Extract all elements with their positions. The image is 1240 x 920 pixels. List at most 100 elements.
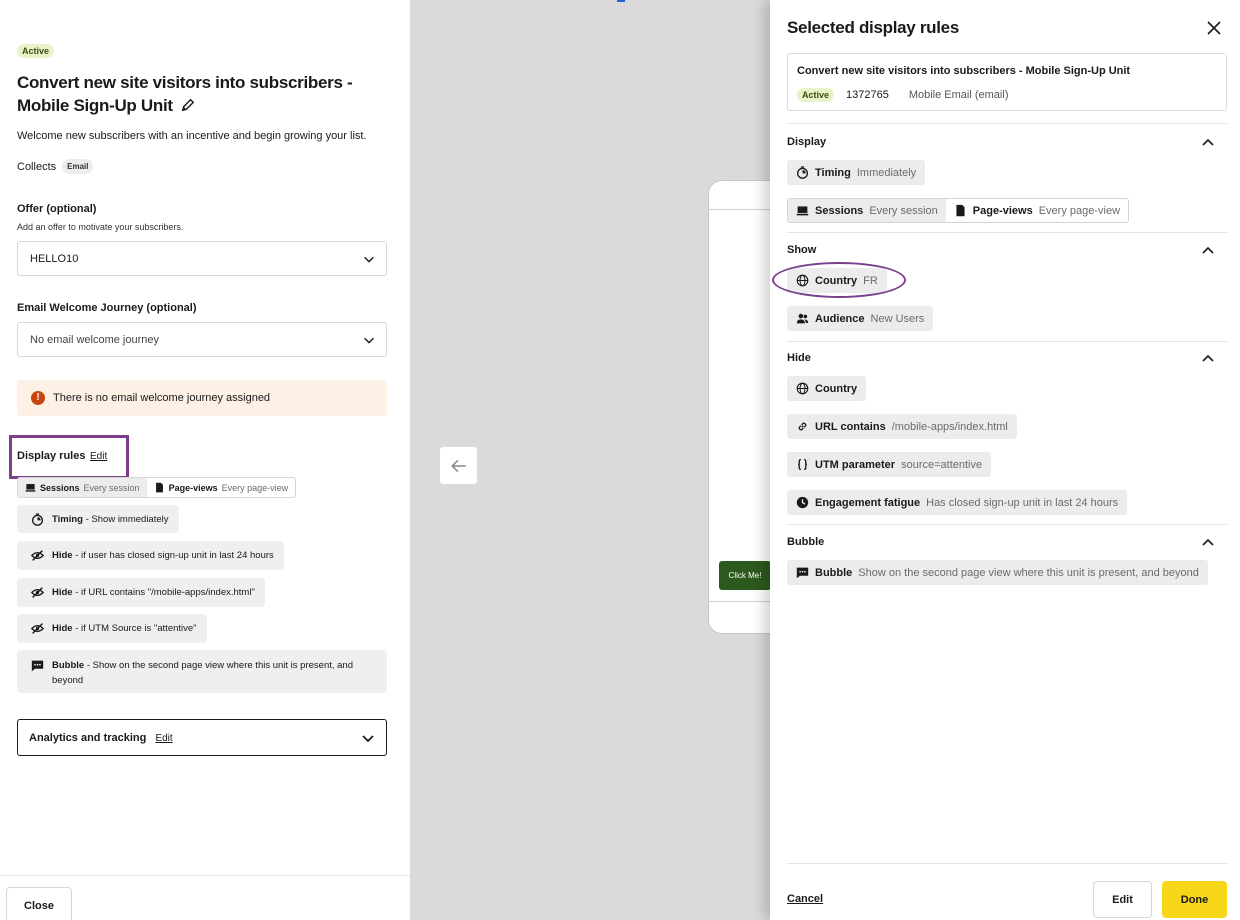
footer-divider <box>787 863 1227 864</box>
rule-text: Timing - Show immediately <box>52 513 169 525</box>
focus-marker <box>617 0 625 2</box>
pageviews-value: Every page-view <box>221 482 289 493</box>
sessions-chip: Sessions Every session <box>18 478 147 497</box>
hide-country-chip: Country <box>787 376 867 401</box>
braces-icon <box>797 458 808 471</box>
offer-select[interactable]: HELLO10 <box>17 241 387 276</box>
eye-off-icon <box>31 587 44 598</box>
utm-label: UTM parameter <box>815 458 896 471</box>
fatigue-value: Has closed sign-up unit in last 24 hours <box>926 496 1119 509</box>
audience-chip: Audience New Users <box>787 306 934 331</box>
sessions-label: Sessions <box>40 482 80 493</box>
chevron-up-icon[interactable] <box>1200 242 1216 258</box>
unit-meta: Active 1372765 Mobile Email (email) <box>797 88 1008 102</box>
status-badge: Active <box>797 88 835 102</box>
bubble-label: Bubble <box>815 566 853 579</box>
offer-label: Offer (optional) <box>17 203 97 215</box>
rule-item: Hide - if URL contains "/mobile-apps/ind… <box>17 578 265 607</box>
laptop-icon <box>25 484 36 492</box>
edit-button[interactable]: Edit <box>1093 881 1152 918</box>
document-icon <box>155 482 163 493</box>
chevron-down-icon <box>362 734 374 742</box>
pageviews-chip: Page-views Every page-view <box>147 478 296 497</box>
timer-icon <box>796 166 809 179</box>
chat-bubble-icon <box>796 567 809 579</box>
timing-value: Immediately <box>856 166 917 179</box>
warning-banner: ! There is no email welcome journey assi… <box>17 380 387 416</box>
sessions-chip: Sessions Every session <box>788 199 946 222</box>
timing-chip: Timing Immediately <box>787 160 926 185</box>
url-label: URL contains <box>815 420 886 433</box>
close-icon[interactable] <box>1206 20 1222 36</box>
eye-off-icon <box>31 550 44 561</box>
offer-sublabel: Add an offer to motivate your subscriber… <box>17 222 184 232</box>
collects-label: Collects <box>17 160 57 173</box>
journey-label: Email Welcome Journey (optional) <box>17 302 197 314</box>
journey-select[interactable]: No email welcome journey <box>17 322 387 357</box>
sessions-label: Sessions <box>815 204 864 217</box>
url-chip: URL contains /mobile-apps/index.html <box>787 414 1017 439</box>
unit-channel: Mobile Email (email) <box>908 89 1009 101</box>
rule-text: Hide - if user has closed sign-up unit i… <box>52 550 274 561</box>
pageviews-chip: Page-views Every page-view <box>946 199 1128 222</box>
chevron-up-icon[interactable] <box>1200 134 1216 150</box>
arrow-left-icon <box>450 459 466 472</box>
status-badge: Active <box>17 44 55 58</box>
section-divider <box>787 123 1227 124</box>
close-button[interactable]: Close <box>6 887 72 920</box>
country-highlight <box>772 262 906 298</box>
utm-value: source=attentive <box>901 458 983 471</box>
description: Welcome new subscribers with an incentiv… <box>17 130 367 142</box>
rule-item: Hide - if user has closed sign-up unit i… <box>17 541 284 570</box>
audience-label: Audience <box>815 312 865 325</box>
laptop-icon <box>796 206 809 216</box>
cancel-link[interactable]: Cancel <box>787 893 823 905</box>
drawer-title: Selected display rules <box>787 18 959 37</box>
chevron-up-icon[interactable] <box>1200 534 1216 550</box>
bubble-section-label: Bubble <box>787 536 825 548</box>
analytics-accordion[interactable]: Analytics and tracking Edit <box>17 719 387 756</box>
frequency-segment: Sessions Every session Page-views Every … <box>787 198 1130 223</box>
selected-rules-drawer: Selected display rules Convert new site … <box>770 0 1240 920</box>
chevron-up-icon[interactable] <box>1200 350 1216 366</box>
offer-select-value: HELLO10 <box>30 252 79 265</box>
warning-icon: ! <box>31 391 45 405</box>
frequency-segment: Sessions Every session Page-views Every … <box>17 477 297 498</box>
analytics-title: Analytics and tracking Edit <box>29 732 173 744</box>
show-section-label: Show <box>787 244 817 256</box>
rule-item: Timing - Show immediately <box>17 505 179 533</box>
section-divider <box>787 524 1227 525</box>
previous-button[interactable] <box>440 447 477 484</box>
fatigue-label: Engagement fatigue <box>815 496 921 509</box>
eye-off-icon <box>31 623 44 634</box>
sessions-value: Every session <box>83 482 140 493</box>
pageviews-label: Page-views <box>972 204 1033 217</box>
chevron-down-icon <box>364 256 374 263</box>
section-divider <box>787 232 1227 233</box>
chevron-down-icon <box>364 337 374 344</box>
timing-label: Timing <box>815 166 851 179</box>
pageviews-label: Page-views <box>168 482 218 493</box>
hide-section-label: Hide <box>787 352 811 364</box>
display-rules-edit-link[interactable]: Edit <box>90 451 107 462</box>
rule-text: Hide - if URL contains "/mobile-apps/ind… <box>52 587 255 598</box>
analytics-label: Analytics and tracking <box>29 731 147 744</box>
analytics-edit-link[interactable]: Edit <box>155 733 172 744</box>
click-me-bubble[interactable]: Click Me! <box>719 561 771 590</box>
pageviews-value: Every page-view <box>1038 204 1121 217</box>
page-title: Convert new site visitors into subscribe… <box>17 71 377 117</box>
journey-select-value: No email welcome journey <box>30 333 159 346</box>
section-divider <box>787 341 1227 342</box>
rule-text: Bubble - Show on the second page view wh… <box>52 660 354 686</box>
collects-row: Collects Email <box>17 159 94 174</box>
globe-icon <box>796 382 809 395</box>
unit-title: Convert new site visitors into subscribe… <box>797 65 1131 77</box>
pencil-icon[interactable] <box>181 98 195 112</box>
collects-tag: Email <box>62 159 94 174</box>
link-icon <box>798 422 807 431</box>
done-button[interactable]: Done <box>1162 881 1227 918</box>
rule-text: Hide - if UTM Source is "attentive" <box>52 623 197 634</box>
left-panel: Active Convert new site visitors into su… <box>0 0 410 920</box>
utm-chip: UTM parameter source=attentive <box>787 452 992 477</box>
users-icon <box>796 313 809 324</box>
